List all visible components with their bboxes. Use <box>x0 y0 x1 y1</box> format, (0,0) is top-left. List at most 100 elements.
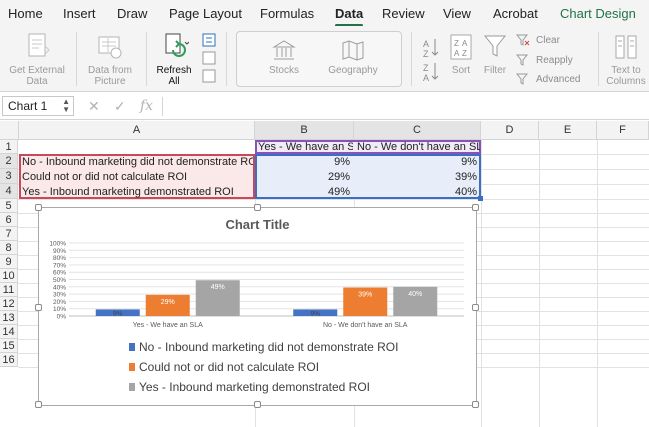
text-to-columns-button[interactable]: Text to Columns <box>604 32 648 87</box>
cancel-icon[interactable]: ✕ <box>88 98 100 115</box>
tab-page-layout[interactable]: Page Layout <box>169 6 242 21</box>
tab-draw[interactable]: Draw <box>117 6 147 21</box>
row-header-13[interactable]: 13 <box>0 311 18 325</box>
reapply-button[interactable]: Reapply <box>536 55 573 66</box>
tab-view[interactable]: View <box>443 6 471 21</box>
y-tick-label: 40% <box>53 284 66 291</box>
svg-text:Z: Z <box>423 49 429 59</box>
cell-b1[interactable]: Yes - We have an SLA <box>256 140 353 154</box>
y-tick-label: 90% <box>53 248 66 255</box>
data-from-picture-button[interactable]: Data from Picture <box>82 32 138 87</box>
y-tick-label: 10% <box>53 306 66 313</box>
column-header-d[interactable]: D <box>481 121 539 140</box>
tab-review[interactable]: Review <box>382 6 425 21</box>
connections-icons[interactable] <box>201 33 217 83</box>
column-header-c[interactable]: C <box>354 121 481 140</box>
row-header-3[interactable]: 3 <box>0 169 18 184</box>
cell-c3[interactable]: 39% <box>355 170 480 184</box>
cell-c4[interactable]: 40% <box>355 185 480 199</box>
cell-b4[interactable]: 49% <box>256 185 353 199</box>
data-from-picture-label: Data from Picture <box>88 65 132 87</box>
name-box[interactable]: Chart 1 ▲ ▼ <box>2 96 74 116</box>
resize-handle-bottom-right[interactable] <box>472 401 479 408</box>
enter-icon[interactable]: ✓ <box>114 98 126 115</box>
row-header-11[interactable]: 11 <box>0 283 18 297</box>
row-header-2[interactable]: 2 <box>0 154 18 169</box>
y-tick-label: 30% <box>53 292 66 299</box>
row-header-10[interactable]: 10 <box>0 269 18 283</box>
cell-a2[interactable]: No - Inbound marketing did not demonstra… <box>21 155 253 169</box>
column-header-a[interactable]: A <box>19 121 255 140</box>
reapply-icon <box>516 54 529 66</box>
row-header-7[interactable]: 7 <box>0 227 18 241</box>
plot-area[interactable]: 0%10%20%30%40%50%60%70%80%90%100%9%29%49… <box>39 208 478 328</box>
bank-icon <box>272 40 296 60</box>
cell-c2[interactable]: 9% <box>355 155 480 169</box>
get-external-data-button[interactable]: Get External Data <box>4 32 70 87</box>
row-header-12[interactable]: 12 <box>0 297 18 311</box>
resize-handle-bottom-left[interactable] <box>35 401 42 408</box>
cell-b2[interactable]: 9% <box>256 155 353 169</box>
formula-input[interactable] <box>162 97 642 116</box>
column-header-b[interactable]: B <box>255 121 354 140</box>
tab-formulas[interactable]: Formulas <box>260 6 314 21</box>
name-box-value: Chart 1 <box>8 99 48 113</box>
data-label: 39% <box>358 292 372 299</box>
resize-handle-bottom[interactable] <box>254 401 261 408</box>
legend-entry[interactable]: Could not or did not calculate ROI <box>129 360 319 374</box>
chart-object[interactable]: Chart Title 0% 10% 20% 30% 40% 50% 60% 70% 80% 90… <box>35 204 479 408</box>
tab-acrobat[interactable]: Acrobat <box>493 6 538 21</box>
legend-label: No - Inbound marketing did not demonstra… <box>139 340 399 354</box>
tab-insert[interactable]: Insert <box>63 6 96 21</box>
row-header-8[interactable]: 8 <box>0 241 18 255</box>
column-header-e[interactable]: E <box>539 121 597 140</box>
row-header-9[interactable]: 9 <box>0 255 18 269</box>
tab-chart-design[interactable]: Chart Design <box>560 6 636 21</box>
cell-b3[interactable]: 29% <box>256 170 353 184</box>
legend-swatch <box>129 383 135 391</box>
row-header-6[interactable]: 6 <box>0 213 18 227</box>
advanced-button[interactable]: Advanced <box>536 74 580 85</box>
clear-button[interactable]: Clear <box>536 35 560 46</box>
cell-a4[interactable]: Yes - Inbound marketing demonstrated ROI <box>21 185 253 199</box>
worksheet-grid[interactable]: A B C D E F 1 2 3 4 5 6 7 8 9 10 11 12 1… <box>0 121 649 427</box>
row-header-14[interactable]: 14 <box>0 325 18 339</box>
divider <box>411 32 412 86</box>
row-header-16[interactable]: 16 <box>0 353 18 367</box>
cell-c1[interactable]: No - We don't have an SLA <box>355 140 480 154</box>
refresh-all-button[interactable]: Refresh All <box>150 32 198 87</box>
filter-button[interactable]: Filter <box>480 32 510 76</box>
geography-button[interactable]: Geography <box>325 38 381 76</box>
name-box-spinner-icon[interactable]: ▲ ▼ <box>62 98 70 114</box>
row-header-4[interactable]: 4 <box>0 184 18 199</box>
row-header-15[interactable]: 15 <box>0 339 18 353</box>
external-data-icon <box>28 33 50 57</box>
row-header-5[interactable]: 5 <box>0 199 18 213</box>
y-tick-label: 0% <box>57 314 67 321</box>
select-all-corner[interactable] <box>0 121 19 140</box>
tab-home[interactable]: Home <box>8 6 43 21</box>
sort-button[interactable]: Z A A Z Sort <box>446 32 476 76</box>
svg-text:Z: Z <box>423 63 429 73</box>
legend-entry[interactable]: Yes - Inbound marketing demonstrated ROI <box>129 380 370 394</box>
ribbon-tab-bar: Home Insert Draw Page Layout Formulas Da… <box>0 0 649 27</box>
row-header-1[interactable]: 1 <box>0 140 18 154</box>
map-icon <box>342 40 364 61</box>
filter-label: Filter <box>483 65 507 76</box>
data-label: 9% <box>311 310 321 317</box>
data-label: 40% <box>408 291 422 298</box>
column-header-f[interactable]: F <box>597 121 649 140</box>
cell-a3[interactable]: Could not or did not calculate ROI <box>21 170 253 184</box>
stocks-button[interactable]: Stocks <box>259 38 309 76</box>
data-label: 29% <box>161 299 175 306</box>
tab-data[interactable]: Data <box>335 6 364 27</box>
sort-label: Sort <box>451 65 471 76</box>
legend-entry[interactable]: No - Inbound marketing did not demonstra… <box>129 340 398 354</box>
geography-label: Geography <box>328 65 378 76</box>
insert-function-icon[interactable]: fx <box>140 98 153 114</box>
y-tick-label: 20% <box>53 299 66 306</box>
legend-label: Yes - Inbound marketing demonstrated ROI <box>139 380 371 394</box>
divider <box>146 32 147 86</box>
category-label: Yes - We have an SLA <box>133 322 203 328</box>
sort-az-icon[interactable]: A Z Z A <box>422 36 440 84</box>
